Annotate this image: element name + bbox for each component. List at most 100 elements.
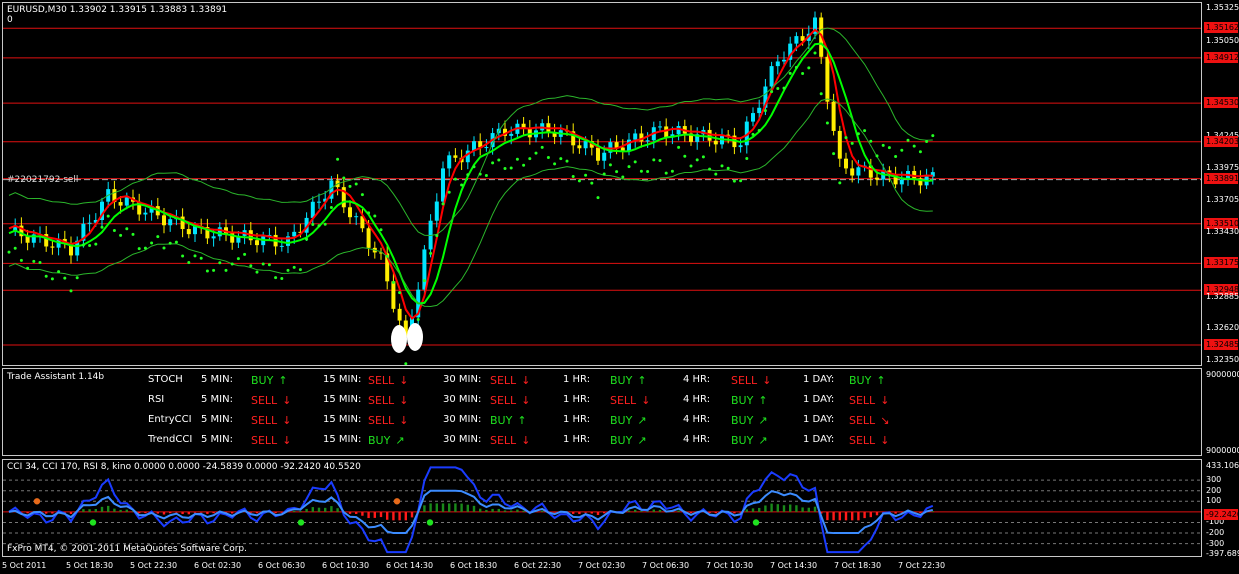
histogram-bar [441,503,445,512]
psar-dot [900,148,904,152]
ta-timeframe-label: 1 DAY: [803,374,835,385]
histogram-bar [875,511,879,516]
histogram-bar [336,508,339,512]
psar-dot [193,254,197,258]
histogram-bar [231,511,234,514]
candle-body [664,126,669,138]
candle-body [596,147,600,161]
ta-timeframe-label: 4 HR: [683,414,711,425]
psar-dot [280,277,284,281]
histogram-bar [429,503,432,512]
price-level-tag: 1.34203 [1204,135,1239,147]
histogram-bar [590,511,593,514]
ta-timeframe-label: 1 HR: [563,414,591,425]
psar-dot [553,162,557,166]
ta-signal-sell: SELL ↓ [368,394,408,407]
psar-dot [856,132,860,136]
ta-signal-buy: BUY ↗ [731,414,768,427]
ta-signal-text: SELL [490,374,517,387]
candle-body [87,222,92,224]
psar-dot [925,140,929,144]
histogram-bar [113,508,116,512]
ta-signal-text: SELL [251,414,278,427]
ta-signal-buy: BUY ↑ [490,414,527,427]
histogram-bar [838,511,841,521]
psar-dot [825,121,829,125]
ta-signal-text: SELL [251,394,278,407]
psar-dot [236,257,240,261]
ta-signal-buy: BUY ↗ [368,434,405,447]
psar-dot [621,175,625,179]
candle-body [366,228,371,248]
price-chart-canvas[interactable] [3,3,1201,365]
candle-body [118,202,123,206]
histogram-bar [460,503,463,512]
candle-body [831,101,836,131]
psar-dot [292,265,296,269]
histogram-bar [689,511,693,514]
cci-tick-label: -200 [1206,528,1225,538]
psar-dot [57,270,61,274]
psar-dot [838,181,842,185]
candle-body [292,231,297,237]
arrow-icon: ↓ [282,434,292,447]
ta-signal-sell: SELL ↓ [849,434,889,447]
price-chart-panel[interactable]: EURUSD,M30 1.33902 1.33915 1.33883 1.338… [2,2,1202,366]
psar-dot [832,152,836,156]
psar-dot [875,154,879,158]
ta-indicator-name: STOCH [148,374,183,385]
time-tick-label: 5 Oct 2011 [2,561,47,570]
histogram-bar [553,511,556,513]
cci-indicator-panel[interactable]: CCI 34, CCI 170, RSI 8, kino 0.0000 0.00… [2,459,1202,557]
histogram-bar [603,511,606,514]
cci-signal-dot [426,519,434,526]
candle-body [168,219,173,226]
psar-dot [813,51,817,55]
candle-body [856,167,861,176]
psar-dot [336,157,340,161]
psar-dot [19,258,23,262]
psar-dot [224,268,228,272]
psar-dot [689,164,693,168]
cci-canvas[interactable] [3,460,1201,556]
histogram-bar [69,511,73,515]
psar-dot [187,261,191,265]
ta-timeframe-label: 15 MIN: [323,434,362,445]
histogram-bar [138,511,141,514]
psar-dot [373,214,377,218]
psar-dot [398,291,402,295]
candle-body [50,246,55,248]
price-tick-label: 1.32620 [1206,323,1239,333]
psar-dot [732,179,736,183]
psar-dot [112,228,116,232]
histogram-bar [770,503,773,512]
histogram-bar [869,511,872,518]
candle-body [602,152,607,161]
psar-dot [683,154,687,158]
ta-signal-buy: BUY ↑ [610,374,647,387]
ta-row-stoch: STOCH 5 MIN: BUY ↑ 15 MIN: SELL ↓ 30 MIN: SELL ↓ 1… [3,374,1201,394]
ta-timeframe-label: 15 MIN: [323,394,362,405]
arrow-icon: ↑ [637,374,647,387]
arrow-icon: ↓ [521,434,531,447]
histogram-bar [758,507,761,512]
candle-body [162,215,166,226]
order-label[interactable]: #22021792 sell [7,175,78,185]
psar-dot [701,155,705,159]
histogram-bar [274,511,277,514]
histogram-bar [94,509,97,512]
psar-dot [441,202,445,206]
psar-dot [212,268,216,272]
cci-tick-label: 433.1061 [1206,461,1239,470]
psar-dot [243,252,247,256]
histogram-bar [181,511,184,515]
ta-timeframe-label: 1 HR: [563,374,591,385]
price-tick-label: 1.32350 [1206,355,1239,364]
candle-body [391,281,396,309]
ta-signal-text: BUY [610,374,633,387]
psar-dot [379,228,383,232]
price-tick-label: 1.32885 [1206,291,1239,301]
histogram-bar [355,511,358,514]
ta-indicator-name: TrendCCI [148,434,193,445]
psar-dot [360,193,364,197]
